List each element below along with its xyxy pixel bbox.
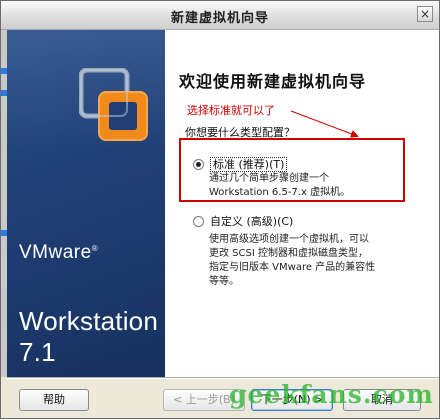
wizard-window: 新建虚拟机向导 × VMware® Workstation 7.1 欢迎使用新建… xyxy=(0,0,440,419)
help-button[interactable]: 帮助 xyxy=(19,389,89,411)
annotation-arrow xyxy=(290,110,359,138)
button-separator xyxy=(7,377,439,379)
watermark-text: geekfans.com xyxy=(229,380,434,409)
